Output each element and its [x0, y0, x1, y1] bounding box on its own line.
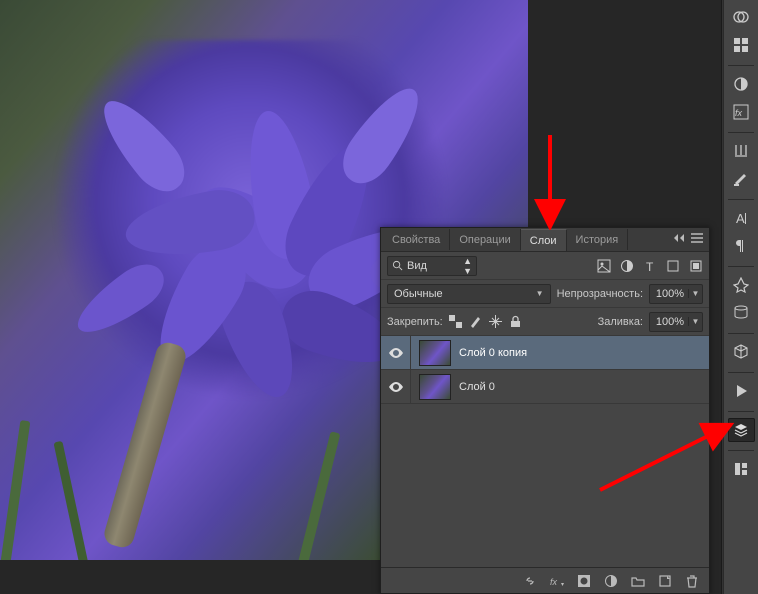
- brush-presets-icon[interactable]: [728, 167, 755, 191]
- blend-mode-value: Обычные: [394, 288, 443, 300]
- layer-thumbnail: [419, 374, 451, 400]
- chevron-down-icon: ▼: [688, 317, 702, 326]
- fill-adjust-icon[interactable]: [603, 573, 618, 588]
- trash-icon[interactable]: [684, 573, 699, 588]
- layer-row[interactable]: Слой 0 копия: [381, 336, 709, 370]
- panel-footer: fx▾: [381, 567, 709, 593]
- adjustment-layer-icon[interactable]: [619, 258, 634, 273]
- navigator-icon[interactable]: [728, 273, 755, 297]
- group-icon[interactable]: [630, 573, 645, 588]
- new-layer-icon[interactable]: [657, 573, 672, 588]
- panel-tabbar: Свойства Операции Слои История: [381, 228, 709, 252]
- layer-name: Слой 0: [459, 381, 495, 393]
- shape-layer-icon[interactable]: [665, 258, 680, 273]
- opacity-value: 100%: [650, 288, 688, 300]
- lock-transparent-icon[interactable]: [449, 315, 463, 329]
- lock-icons: [449, 315, 523, 329]
- pixel-layer-icon[interactable]: [596, 258, 611, 273]
- layer-search-label: Вид: [407, 260, 427, 272]
- filter-icons: T: [596, 258, 703, 273]
- lock-all-icon[interactable]: [509, 315, 523, 329]
- visibility-toggle[interactable]: [381, 370, 411, 403]
- svg-text:fx: fx: [735, 108, 743, 118]
- svg-text:fx: fx: [550, 577, 558, 587]
- paragraph-icon[interactable]: [728, 234, 755, 258]
- swatches-grid-icon[interactable]: [728, 33, 755, 57]
- adjustments-icon[interactable]: [728, 72, 755, 96]
- search-icon: [392, 260, 403, 271]
- visibility-toggle[interactable]: [381, 336, 411, 369]
- layer-row[interactable]: Слой 0: [381, 370, 709, 404]
- mask-icon[interactable]: [576, 573, 591, 588]
- svg-text:A: A: [736, 211, 745, 226]
- chevron-down-icon: ▼: [688, 289, 702, 298]
- svg-text:▾: ▾: [561, 582, 564, 588]
- panel-menu-icon[interactable]: [691, 233, 703, 246]
- color-swatches-icon[interactable]: [728, 5, 755, 29]
- lock-image-icon[interactable]: [469, 315, 483, 329]
- layers-icon[interactable]: [728, 418, 755, 442]
- chevron-updown-icon: ▲▼: [463, 256, 472, 276]
- lock-position-icon[interactable]: [489, 315, 503, 329]
- type-layer-icon[interactable]: T: [642, 258, 657, 273]
- histogram-icon[interactable]: [728, 301, 755, 325]
- styles-icon[interactable]: fx: [728, 100, 755, 124]
- layer-search[interactable]: Вид ▲▼: [387, 256, 477, 276]
- tab-operations[interactable]: Операции: [450, 229, 520, 250]
- layer-list: Слой 0 копия Слой 0: [381, 336, 709, 567]
- fx-icon[interactable]: fx▾: [549, 573, 564, 588]
- right-toolstrip: fx A: [723, 0, 758, 594]
- layers-panel: Свойства Операции Слои История Вид ▲▼ T …: [380, 227, 710, 594]
- blend-row: Обычные ▼ Непрозрачность: 100% ▼: [381, 280, 709, 308]
- tab-history[interactable]: История: [567, 229, 629, 250]
- svg-text:T: T: [646, 260, 654, 273]
- layer-name: Слой 0 копия: [459, 347, 527, 359]
- layer-filter-row: Вид ▲▼ T: [381, 252, 709, 280]
- opacity-label: Непрозрачность:: [557, 288, 643, 300]
- tab-layers[interactable]: Слои: [521, 229, 567, 251]
- lock-label: Закрепить:: [387, 316, 443, 328]
- layer-thumbnail: [419, 340, 451, 366]
- fill-value: 100%: [650, 316, 688, 328]
- 3d-icon[interactable]: [728, 340, 755, 364]
- smart-object-icon[interactable]: [688, 258, 703, 273]
- chevron-down-icon: ▼: [536, 289, 544, 298]
- link-icon[interactable]: [522, 573, 537, 588]
- blend-mode-dropdown[interactable]: Обычные ▼: [387, 284, 551, 304]
- play-icon[interactable]: [728, 379, 755, 403]
- tab-properties[interactable]: Свойства: [383, 229, 450, 250]
- opacity-spinner[interactable]: 100% ▼: [649, 284, 703, 304]
- lock-row: Закрепить: Заливка: 100% ▼: [381, 308, 709, 336]
- collapse-icon[interactable]: [673, 233, 685, 246]
- channels-icon[interactable]: [728, 457, 755, 481]
- character-icon[interactable]: A: [728, 206, 755, 230]
- fill-spinner[interactable]: 100% ▼: [649, 312, 703, 332]
- fill-label: Заливка:: [598, 316, 643, 328]
- brushes-icon[interactable]: [728, 139, 755, 163]
